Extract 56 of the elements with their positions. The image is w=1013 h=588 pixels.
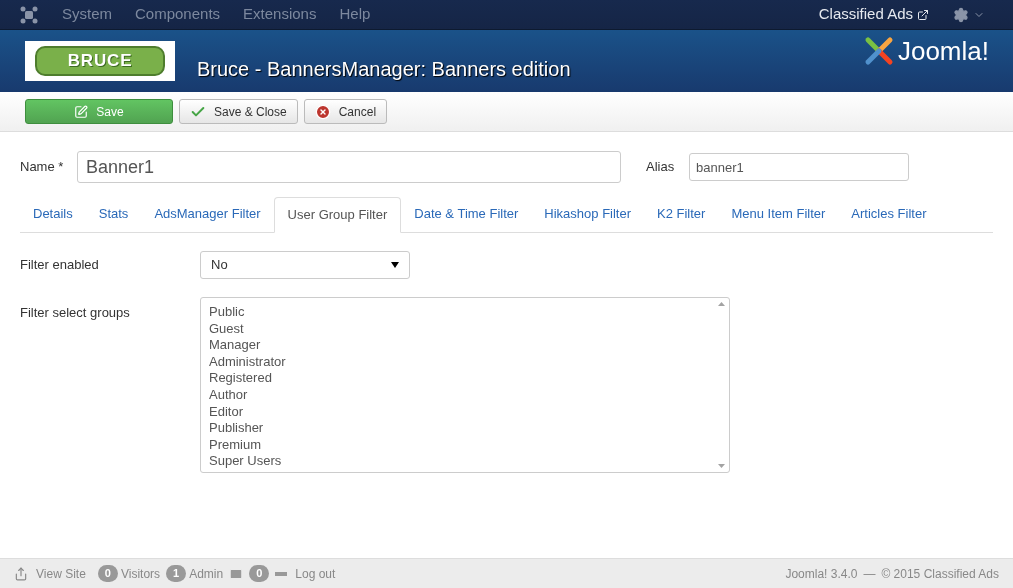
groups-listbox[interactable]: Public Guest Manager Administrator Registered Author Editor Publisher Premium Super Users xyxy=(200,297,730,473)
tab[interactable]: User Group Filter xyxy=(273,197,402,233)
filter-enabled-select[interactable]: No xyxy=(200,251,410,279)
list-option[interactable]: Public xyxy=(209,304,714,321)
count-badge: 1 xyxy=(166,565,187,582)
list-option[interactable]: Guest xyxy=(209,320,714,338)
field-label: Filter enabled xyxy=(20,256,100,275)
separator-text: — xyxy=(863,565,876,583)
visitors-label: Visitors xyxy=(120,565,161,583)
cancel-icon xyxy=(314,103,331,120)
edit-icon xyxy=(74,104,89,119)
field-label: Filter select groups xyxy=(20,304,131,322)
dropdown-arrow-icon xyxy=(391,262,399,268)
count-badge: 0 xyxy=(97,565,118,582)
list-option[interactable]: Super Users xyxy=(209,453,714,470)
page-title: Bruce - BannersManager: Banners edition xyxy=(197,57,571,82)
list-option[interactable]: Editor xyxy=(209,403,714,421)
field-label: Alias xyxy=(646,158,676,177)
tab[interactable]: Date & Time Filter xyxy=(401,196,532,232)
logo-text: BRUCE xyxy=(67,50,133,73)
version-text: Joomla! 3.4.0 xyxy=(785,565,858,583)
menu-item[interactable]: Components xyxy=(135,3,221,26)
list-option[interactable]: Administrator xyxy=(209,353,714,371)
list-option[interactable]: Author xyxy=(209,386,714,404)
admin-label: Admin xyxy=(189,565,224,583)
cancel-button[interactable]: Cancel xyxy=(303,99,388,124)
menu-item[interactable]: Extensions xyxy=(243,3,317,26)
copyright-text: © 2015 Classified Ads xyxy=(881,565,999,583)
tab[interactable]: Stats xyxy=(85,196,142,232)
minus-icon xyxy=(275,571,288,576)
alias-field[interactable]: banner1 xyxy=(689,153,909,181)
list-option[interactable]: Manager xyxy=(209,337,714,354)
list-option[interactable]: Publisher xyxy=(209,420,714,437)
list-option[interactable]: Premium xyxy=(209,436,714,454)
scroll-down-icon[interactable] xyxy=(718,464,725,468)
share-icon xyxy=(14,566,28,581)
count-badge: 0 xyxy=(249,565,270,582)
list-option[interactable]: Registered xyxy=(209,370,714,387)
tab[interactable]: Articles Filter xyxy=(838,196,940,232)
joomla-icon[interactable] xyxy=(20,5,38,24)
joomla-brand: Joomla! xyxy=(897,38,989,64)
tab[interactable]: AdsManager Filter xyxy=(141,196,274,232)
tab[interactable]: Hikashop Filter xyxy=(531,196,645,232)
tab[interactable]: Menu Item Filter xyxy=(718,196,839,232)
name-field[interactable]: Banner1 xyxy=(77,151,621,183)
tab[interactable]: K2 Filter xyxy=(644,196,719,232)
menu-item[interactable]: System xyxy=(62,3,112,26)
external-link-icon xyxy=(917,8,929,21)
settings-icon[interactable] xyxy=(953,6,969,23)
site-link[interactable]: Classified Ads xyxy=(818,3,913,26)
menu-item[interactable]: Help xyxy=(339,3,371,26)
field-label: Name * xyxy=(20,158,65,177)
save-close-button[interactable]: Save & Close xyxy=(179,99,298,124)
joomla-logo-icon xyxy=(863,36,894,66)
tab[interactable]: Details xyxy=(20,196,86,232)
scroll-up-icon[interactable] xyxy=(718,302,725,306)
